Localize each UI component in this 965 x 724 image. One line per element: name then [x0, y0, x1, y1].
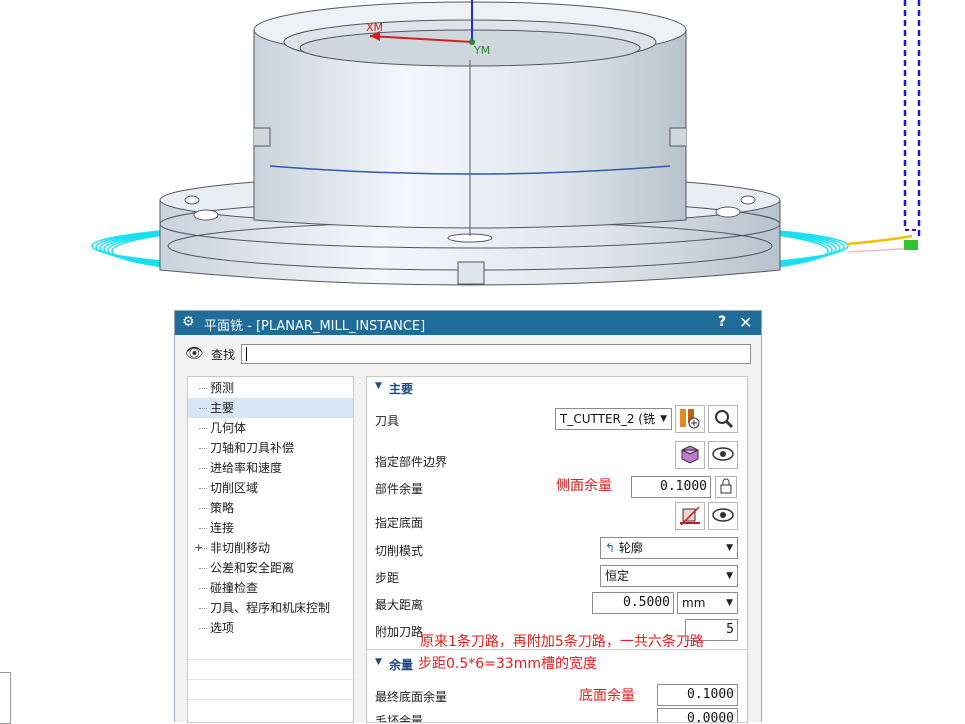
tree-item-label: 几何体	[210, 421, 247, 435]
boundary-cube-icon	[681, 445, 699, 464]
tree-item-geometry[interactable]: 几何体	[188, 418, 353, 438]
tree-item-tool-axis[interactable]: 刀轴和刀具补偿	[188, 438, 353, 458]
tree-item-label: 刀轴和刀具补偿	[210, 441, 295, 455]
final-floor-stock-input[interactable]: 0.1000	[657, 684, 738, 706]
tool-select-value: T_CUTTER_2 (铣	[560, 412, 655, 426]
unit-value: mm	[682, 596, 706, 610]
chevron-down-icon: ▼	[726, 571, 733, 581]
cut-pattern-value: 轮廓	[618, 541, 643, 555]
unit-select[interactable]: mm ▼	[677, 592, 738, 614]
tree-item-tolerances[interactable]: 公差和安全距离	[188, 558, 353, 578]
annotation-floor-stock: 底面余量	[579, 688, 635, 704]
display-part-boundary-button[interactable]	[708, 441, 738, 469]
annotation-stepover-note: 步距0.5*6=33mm槽的宽度	[418, 656, 597, 672]
part-stock-label: 部件余量	[375, 482, 424, 496]
blank-stock-label: 毛坯余量	[375, 714, 424, 723]
lock-icon	[720, 478, 732, 494]
additional-passes-label: 附加刀路	[375, 625, 424, 639]
select-floor-button[interactable]	[675, 502, 705, 530]
search-input[interactable]	[241, 344, 751, 364]
tool-path-lead	[847, 0, 921, 253]
gear-icon: ⚙	[182, 314, 195, 330]
chevron-down-icon: ▼	[726, 598, 733, 608]
tree-item-main[interactable]: 主要	[188, 398, 353, 418]
edit-tool-button[interactable]	[708, 405, 738, 433]
new-tool-button[interactable]	[675, 405, 705, 433]
display-floor-button[interactable]	[708, 502, 738, 530]
tree-item-label: 碰撞检查	[210, 581, 259, 595]
section-title: 余量	[389, 658, 414, 672]
max-distance-input[interactable]: 0.5000	[592, 592, 674, 614]
axis-x-label: XM	[366, 21, 383, 34]
part-boundary-label: 指定部件边界	[375, 455, 448, 469]
section-title: 主要	[389, 382, 414, 396]
tree-item-label: 切削区域	[210, 481, 259, 495]
eye-icon	[712, 508, 734, 522]
collapse-icon: ▼	[375, 657, 382, 667]
select-part-boundary-button[interactable]	[675, 441, 705, 469]
part-stock-input[interactable]: 0.1000	[631, 476, 711, 498]
tree-item-label: 非切削移动	[210, 541, 271, 555]
stepover-value: 恒定	[605, 569, 630, 583]
tree-item-label: 刀具、程序和机床控制	[210, 601, 331, 615]
tree-item-label: 预测	[210, 381, 235, 395]
tree-item-cut-area[interactable]: 切削区域	[188, 478, 353, 498]
tree-item-non-cutting-moves[interactable]: + 非切削移动	[188, 538, 353, 558]
navigation-tree: 预测 主要 几何体 刀轴和刀具补偿 进给率和速度 切削区域 策略 连接 + 非切削…	[187, 376, 354, 723]
stepover-label: 步距	[375, 571, 400, 585]
chevron-down-icon: ▼	[726, 543, 733, 553]
floor-plane-icon	[680, 506, 700, 526]
tool-label: 刀具	[375, 414, 400, 428]
viewport-corner-widget	[0, 672, 11, 724]
help-button[interactable]: ?	[718, 314, 726, 330]
tree-item-strategy[interactable]: 策略	[188, 498, 353, 518]
close-button[interactable]: ✕	[739, 313, 752, 332]
tree-item-label: 选项	[210, 621, 235, 635]
text-caret	[246, 347, 247, 361]
tree-item-label: 主要	[210, 401, 235, 415]
axis-y-label: YM	[473, 44, 490, 57]
tree-item-feeds-speeds[interactable]: 进给率和速度	[188, 458, 353, 478]
tree-item-collision-check[interactable]: 碰撞检查	[188, 578, 353, 598]
annotation-passes-note: 原来1条刀路，再附加5条刀路，一共六条刀路	[420, 634, 704, 650]
eye-icon	[712, 447, 734, 461]
final-floor-stock-label: 最终底面余量	[375, 690, 448, 704]
tree-item-label: 进给率和速度	[210, 461, 283, 475]
lock-button[interactable]	[715, 476, 737, 498]
annotation-side-stock: 侧面余量	[556, 478, 612, 494]
tree-item-connections[interactable]: 连接	[188, 518, 353, 538]
floor-label: 指定底面	[375, 516, 424, 530]
cut-pattern-label: 切削模式	[375, 544, 424, 558]
search-row: 👁 查找	[185, 342, 753, 366]
part-model	[159, 1, 781, 286]
dialog-title: 平面铣 - [PLANAR_MILL_INSTANCE]	[204, 319, 426, 334]
tool-plus-icon	[680, 409, 700, 429]
dialog-titlebar: ⚙ 平面铣 - [PLANAR_MILL_INSTANCE] ? ✕	[175, 311, 761, 335]
tool-select[interactable]: T_CUTTER_2 (铣 ▼	[555, 408, 672, 430]
wrench-icon	[715, 410, 734, 429]
cut-pattern-select[interactable]: ↰ 轮廓 ▼	[600, 537, 738, 559]
section-main-header[interactable]: ▼ 主要	[367, 377, 747, 399]
tree-item-prediction[interactable]: 预测	[188, 378, 353, 398]
tree-item-label: 连接	[210, 521, 235, 535]
stepover-select[interactable]: 恒定 ▼	[600, 565, 738, 587]
tree-item-tool-program-machine[interactable]: 刀具、程序和机床控制	[188, 598, 353, 618]
chevron-down-icon: ▼	[660, 414, 667, 424]
tree-item-label: 策略	[210, 501, 235, 515]
collapse-icon: ▼	[375, 381, 382, 391]
binoculars-icon: 👁	[185, 344, 205, 362]
tree-item-options[interactable]: 选项	[188, 618, 353, 638]
search-label: 查找	[211, 348, 236, 362]
max-distance-label: 最大距离	[375, 598, 424, 612]
profile-pattern-icon: ↰	[605, 541, 616, 555]
blank-stock-input[interactable]: 0.0000	[657, 708, 738, 722]
tree-item-label: 公差和安全距离	[210, 561, 295, 575]
